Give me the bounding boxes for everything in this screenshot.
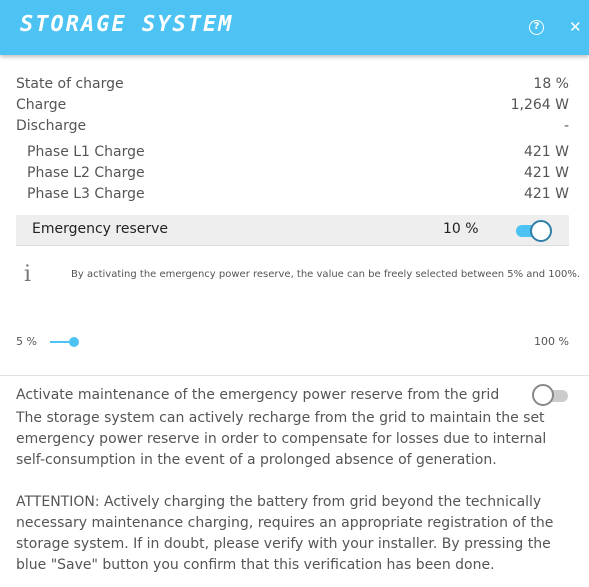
slider-thumb[interactable]: [69, 337, 79, 347]
maintenance-title: Activate maintenance of the emergency po…: [16, 387, 500, 403]
info-text: By activating the emergency power reserv…: [71, 269, 581, 280]
maintenance-toggle[interactable]: [532, 384, 570, 406]
toggle-knob: [532, 384, 554, 406]
dialog-header: Storage System ? ✕: [0, 0, 589, 55]
charge-label: Charge: [16, 97, 67, 113]
toggle-knob: [530, 220, 552, 242]
phase-l3-row: Phase L3 Charge 421 W: [27, 184, 569, 204]
charge-value: 1,264 W: [510, 97, 569, 113]
phase-l1-row: Phase L1 Charge 421 W: [27, 142, 569, 162]
emergency-reserve-bar: Emergency reserve 10 %: [16, 215, 569, 246]
attention-notice: ATTENTION: Actively charging the battery…: [16, 494, 554, 573]
phase-l2-label: Phase L2 Charge: [27, 165, 145, 181]
phase-l2-value: 421 W: [523, 165, 569, 181]
charge-row: Charge 1,264 W: [16, 95, 569, 115]
state-of-charge-row: State of charge 18 %: [16, 74, 569, 94]
slider-max-label: 100 %: [534, 335, 569, 348]
phase-l3-label: Phase L3 Charge: [27, 186, 145, 202]
dialog-title: Storage System: [20, 12, 234, 37]
state-of-charge-value: 18 %: [533, 76, 569, 92]
discharge-value: -: [563, 118, 569, 134]
emergency-reserve-label: Emergency reserve: [32, 221, 169, 237]
slider-min-label: 5 %: [16, 335, 37, 348]
discharge-label: Discharge: [16, 118, 87, 134]
phase-l3-value: 421 W: [523, 186, 569, 202]
close-icon[interactable]: ✕: [569, 17, 582, 37]
maintenance-description: The storage system can actively recharge…: [16, 410, 547, 468]
discharge-row: Discharge -: [16, 116, 569, 136]
emergency-reserve-value: 10 %: [443, 221, 479, 237]
info-icon: i: [24, 262, 32, 287]
phase-l2-row: Phase L2 Charge 421 W: [27, 163, 569, 183]
question-circle-icon[interactable]: ?: [529, 20, 544, 35]
emergency-reserve-toggle[interactable]: [516, 220, 552, 242]
section-divider: [0, 375, 589, 376]
phase-l1-label: Phase L1 Charge: [27, 144, 145, 160]
state-of-charge-label: State of charge: [16, 76, 124, 92]
phase-l1-value: 421 W: [523, 144, 569, 160]
